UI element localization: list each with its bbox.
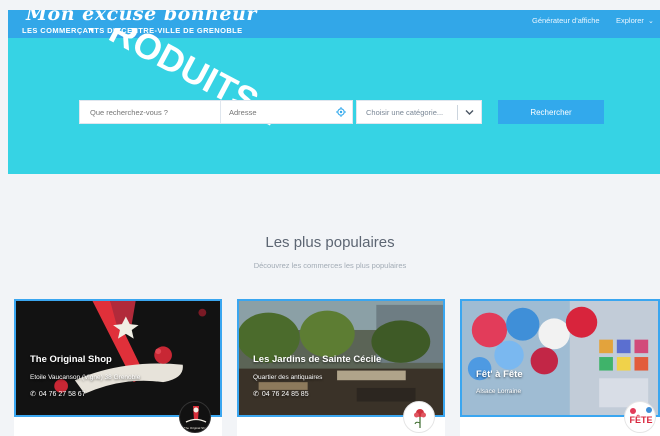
card-address: Etoile Vaucanson (Vigne) 38 Grenoble xyxy=(30,374,141,381)
shop-card-jardins-sainte-cecile[interactable]: Les Jardins de Sainte Cécile Quartier de… xyxy=(237,299,445,417)
brand-tagline: LES COMMERÇANTS DU CENTRE-VILLE DE GRENO… xyxy=(22,26,243,35)
phone-icon: ✆ xyxy=(30,391,36,398)
card-phone[interactable]: ✆ 04 76 24 85 85 xyxy=(253,390,309,398)
shop-logo-fet-a-fete: FÊTE xyxy=(624,401,656,433)
chevron-down-icon: ⌄ xyxy=(647,18,654,25)
card-address: Alsace Lorraine xyxy=(476,388,522,395)
address-input[interactable] xyxy=(221,101,331,123)
card-phone-number: 04 76 24 85 85 xyxy=(261,391,309,398)
locate-icon[interactable] xyxy=(336,107,346,117)
keyword-search-field[interactable] xyxy=(79,100,222,124)
card-phone-number: 04 76 27 58 67 xyxy=(38,391,86,398)
card-photo xyxy=(462,301,658,415)
card-address: Quartier des antiquaires xyxy=(253,374,323,381)
hero-banner: PRODUITS ? Mon excuse bonheur LES COMMER… xyxy=(8,10,660,174)
shop-logo-jardins-sainte-cecile xyxy=(403,401,435,433)
hero-decorative-text: PRODUITS ? xyxy=(82,28,294,137)
nav-explore-label: Explorer xyxy=(616,16,644,25)
phone-icon: ✆ xyxy=(253,391,259,398)
shop-logo-original-shop: The Original Shop xyxy=(179,401,211,433)
card-title: Fêt' à Fête xyxy=(476,369,523,380)
section-title: Les plus populaires xyxy=(265,234,395,251)
shop-card-fet-a-fete[interactable]: Fêt' à Fête Alsace Lorraine xyxy=(460,299,660,417)
address-field[interactable] xyxy=(220,100,353,124)
shop-card-original-shop[interactable]: The Original Shop Etoile Vaucanson (Vign… xyxy=(14,299,222,417)
chevron-down-icon xyxy=(465,110,474,115)
search-button[interactable]: Rechercher xyxy=(498,100,604,124)
card-title: Les Jardins de Sainte Cécile xyxy=(253,354,382,365)
select-divider xyxy=(457,105,458,120)
nav-explore[interactable]: Explorer ⌄ xyxy=(616,16,654,25)
nav-poster-generator[interactable]: Générateur d'affiche xyxy=(532,16,600,25)
category-select-value: Choisir une catégorie... xyxy=(366,108,444,117)
brand-logo-script[interactable]: Mon excuse bonheur xyxy=(26,10,257,25)
card-title: The Original Shop xyxy=(30,354,112,365)
keyword-search-input[interactable] xyxy=(80,101,221,123)
svg-text:FÊTE: FÊTE xyxy=(629,414,652,425)
section-subtitle: Découvrez les commerces les plus populai… xyxy=(253,261,407,270)
card-phone[interactable]: ✆ 04 76 27 58 67 xyxy=(30,390,86,398)
category-select[interactable]: Choisir une catégorie... xyxy=(356,100,482,124)
svg-text:The Original Shop: The Original Shop xyxy=(184,426,209,430)
